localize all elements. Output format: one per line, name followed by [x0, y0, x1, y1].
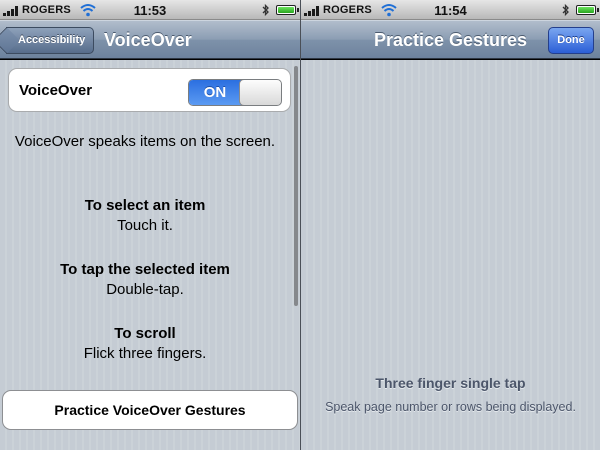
status-time: 11:53	[133, 3, 167, 18]
select-text: Touch it.	[117, 217, 173, 234]
status-bar: ROGERS 11:54	[301, 0, 600, 20]
status-time: 11:54	[434, 3, 467, 18]
voiceover-switch[interactable]: ON	[188, 79, 282, 106]
battery-icon	[276, 5, 299, 15]
page-title: VoiceOver	[104, 30, 192, 50]
practice-gestures-screen: ROGERS 11:54 Practice Gestures Done Thre…	[300, 0, 600, 450]
select-heading: To select an item	[84, 197, 206, 214]
back-button-accessibility[interactable]: Accessibility	[6, 27, 94, 54]
switch-knob[interactable]	[239, 80, 281, 105]
scroll-heading: To scroll	[114, 325, 176, 342]
status-bar: ROGERS 11:53	[0, 0, 300, 20]
back-button-label: Accessibility	[18, 34, 86, 46]
battery-icon	[576, 5, 599, 15]
voiceover-label: VoiceOver	[19, 82, 93, 99]
bluetooth-icon	[262, 3, 269, 17]
tap-text: Double-tap.	[106, 281, 184, 298]
navigation-bar: Practice Gestures Done	[301, 20, 600, 59]
bluetooth-icon	[562, 3, 569, 17]
tap-instruction: To tap the selected item Double-tap.	[0, 260, 290, 300]
voiceover-settings-screen: ROGERS 11:53 Accessibility VoiceOver Voi…	[0, 0, 300, 450]
voiceover-intro-text: VoiceOver speaks items on the screen.	[14, 133, 276, 150]
done-button[interactable]: Done	[548, 27, 594, 54]
tap-heading: To tap the selected item	[60, 261, 230, 278]
gesture-practice-area[interactable]: Three finger single tap Speak page numbe…	[301, 60, 600, 450]
gesture-name: Three finger single tap	[375, 375, 526, 391]
gesture-description: Speak page number or rows being displaye…	[325, 400, 576, 414]
scroll-indicator	[294, 66, 298, 306]
scroll-text: Flick three fingers.	[83, 345, 207, 362]
practice-gestures-button[interactable]: Practice VoiceOver Gestures	[2, 390, 298, 430]
switch-on-label: ON	[189, 80, 241, 105]
scroll-instruction: To scroll Flick three fingers.	[0, 324, 290, 364]
voiceover-toggle-row: VoiceOver ON	[8, 68, 291, 112]
select-instruction: To select an item Touch it.	[0, 196, 290, 236]
settings-content[interactable]: VoiceOver ON VoiceOver speaks items on t…	[0, 60, 300, 450]
navigation-bar: Accessibility VoiceOver	[0, 20, 300, 59]
